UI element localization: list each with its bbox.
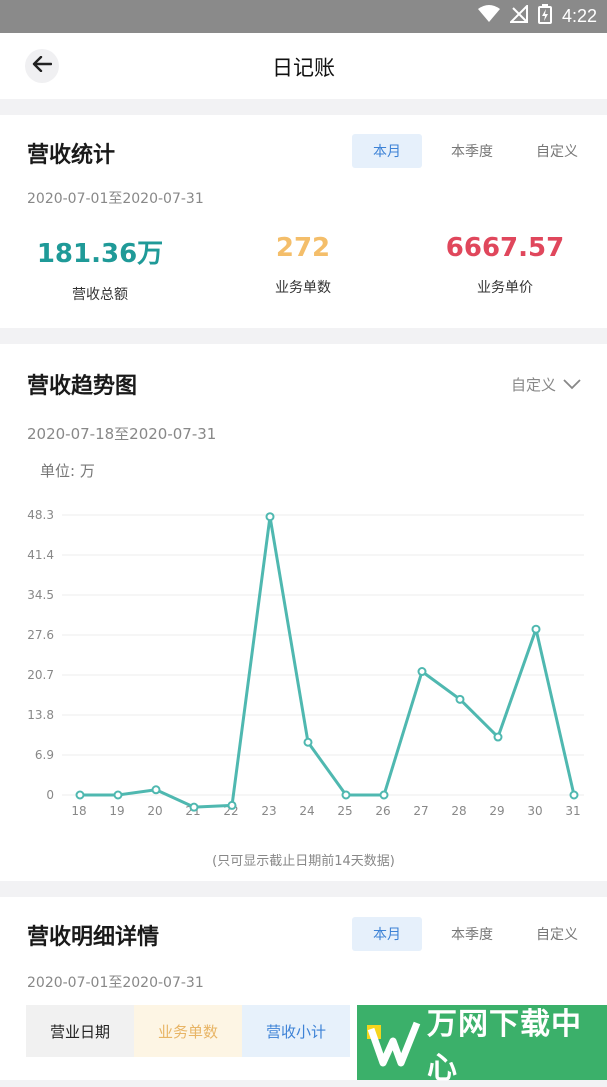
data-point[interactable] xyxy=(493,732,503,742)
x-tick-label: 27 xyxy=(413,804,428,818)
page-title: 日记账 xyxy=(272,56,335,80)
stat-total-revenue: 181.36万 营收总额 xyxy=(10,233,190,304)
column-header-order-count[interactable]: 业务单数 xyxy=(134,1005,242,1057)
data-point[interactable] xyxy=(113,790,123,800)
tab-this-month[interactable]: 本月 xyxy=(352,134,422,168)
x-tick-label: 20 xyxy=(147,804,162,818)
stat-order-count: 272 业务单数 xyxy=(213,233,393,297)
summary-period-tabs: 本月 本季度 自定义 xyxy=(352,134,607,168)
column-header-date[interactable]: 营业日期 xyxy=(26,1005,134,1057)
data-point[interactable] xyxy=(227,800,237,810)
x-tick-label: 23 xyxy=(261,804,276,818)
series-line xyxy=(80,515,576,809)
tab-this-quarter[interactable]: 本季度 xyxy=(437,134,507,168)
status-bar: 4:22 xyxy=(0,0,607,33)
stat-value: 6667.57 xyxy=(445,233,565,263)
data-point[interactable] xyxy=(531,624,541,634)
status-time: 4:22 xyxy=(561,5,597,26)
y-tick-label: 6.9 xyxy=(35,748,54,762)
data-point[interactable] xyxy=(417,667,427,677)
stat-label: 业务单数 xyxy=(275,280,331,296)
detail-table-header: 营业日期 业务单数 营收小计 xyxy=(26,1005,350,1057)
watermark-logo-icon xyxy=(365,1015,421,1071)
y-tick-label: 41.4 xyxy=(27,548,54,562)
x-tick-label: 29 xyxy=(489,804,504,818)
x-tick-label: 19 xyxy=(109,804,124,818)
x-tick-label: 31 xyxy=(565,804,580,818)
y-tick-label: 13.8 xyxy=(27,708,54,722)
tab-custom[interactable]: 自定义 xyxy=(522,917,592,951)
tab-this-month[interactable]: 本月 xyxy=(352,917,422,951)
data-point[interactable] xyxy=(265,512,275,522)
data-point[interactable] xyxy=(379,790,389,800)
stat-unit-price: 6667.57 业务单价 xyxy=(415,233,595,297)
y-tick-label: 34.5 xyxy=(27,588,54,602)
chart-footnote: (只可显示截止日期前14天数据) xyxy=(212,854,395,869)
data-point[interactable] xyxy=(455,694,465,704)
trend-card: 营收趋势图 自定义 2020-07-18至2020-07-31 单位: 万 06… xyxy=(0,344,607,881)
stat-label: 业务单价 xyxy=(477,280,533,296)
column-header-revenue-subtotal[interactable]: 营收小计 xyxy=(242,1005,350,1057)
watermark-text: 万网下载中心 xyxy=(427,1006,582,1086)
x-tick-label: 25 xyxy=(337,804,352,818)
x-tick-label: 30 xyxy=(527,804,542,818)
y-tick-label: 27.6 xyxy=(27,628,54,642)
stat-value: 181.36万 xyxy=(36,239,164,269)
no-signal-icon xyxy=(508,3,528,27)
summary-date-range: 2020-07-01至2020-07-31 xyxy=(27,191,204,207)
y-tick-label: 20.7 xyxy=(27,668,54,682)
x-tick-label: 28 xyxy=(451,804,466,818)
tab-this-quarter[interactable]: 本季度 xyxy=(437,917,507,951)
tab-custom[interactable]: 自定义 xyxy=(522,134,592,168)
data-point[interactable] xyxy=(569,790,579,800)
data-point[interactable] xyxy=(151,785,161,795)
detail-date-range: 2020-07-01至2020-07-31 xyxy=(27,975,204,991)
y-tick-label: 0 xyxy=(46,788,54,802)
data-point[interactable] xyxy=(341,790,351,800)
battery-charging-icon xyxy=(537,4,552,28)
data-point[interactable] xyxy=(75,790,85,800)
wifi-icon xyxy=(477,5,500,27)
watermark-banner: 万网下载中心 xyxy=(357,1005,607,1086)
summary-title: 营收统计 xyxy=(27,143,116,168)
stat-label: 营收总额 xyxy=(72,287,128,303)
stat-value: 272 xyxy=(275,233,331,263)
data-point[interactable] xyxy=(189,802,199,812)
summary-card: 营收统计 本月 本季度 自定义 2020-07-01至2020-07-31 18… xyxy=(0,115,607,328)
x-tick-label: 26 xyxy=(375,804,390,818)
app-header: 日记账 xyxy=(0,33,607,99)
detail-title: 营收明细详情 xyxy=(27,925,160,950)
x-tick-label: 24 xyxy=(299,804,314,818)
detail-period-tabs: 本月 本季度 自定义 xyxy=(352,917,607,951)
data-point[interactable] xyxy=(303,737,313,747)
x-tick-label: 18 xyxy=(71,804,86,818)
y-tick-label: 48.3 xyxy=(27,508,54,522)
trend-line-chart: 06.913.820.727.634.541.448.3181920212223… xyxy=(27,508,584,818)
